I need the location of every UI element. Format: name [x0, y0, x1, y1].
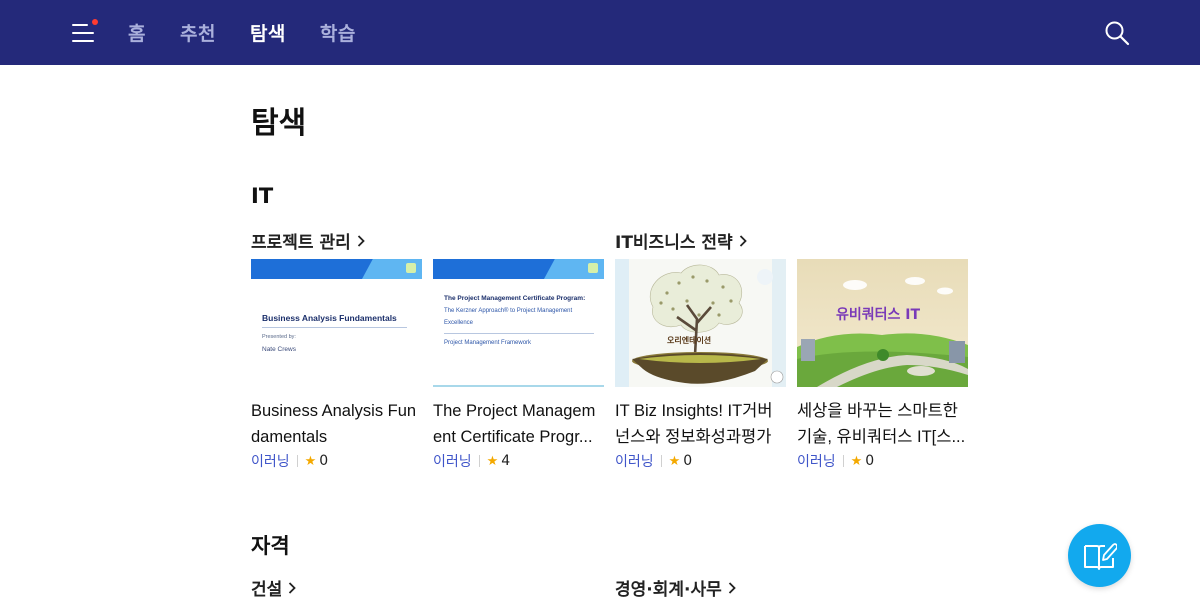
nav-recommended[interactable]: 추천 — [180, 19, 216, 46]
chevron-right-icon — [357, 234, 365, 247]
subcategory-it-business-strategy[interactable]: IT비즈니스 전략 — [615, 228, 747, 253]
subcategory-management-accounting[interactable]: 경영·회계·사무 — [615, 575, 736, 600]
course-meta: 이러닝 ★ 0 — [797, 452, 968, 470]
star-icon: ★ — [486, 453, 499, 469]
section-title-certification: 자격 — [251, 534, 290, 558]
thumbnail-text: Project Management Framework — [444, 340, 532, 346]
nav-learning[interactable]: 학습 — [320, 19, 356, 46]
course-thumbnail: The Project Management Certificate Progr… — [433, 259, 604, 387]
search-icon[interactable] — [1104, 20, 1130, 46]
divider — [660, 455, 662, 467]
nav-home[interactable]: 홈 — [128, 19, 146, 46]
course-meta: 이러닝 ★ 0 — [251, 452, 422, 470]
thumbnail-text: Business Analysis Fundamentals — [262, 313, 397, 323]
chevron-right-icon — [289, 581, 297, 594]
subcategory-label: 경영·회계·사무 — [615, 580, 722, 600]
provider-label: 이러닝 — [615, 454, 654, 470]
rating-value: 0 — [865, 453, 875, 469]
star-icon: ★ — [850, 453, 863, 469]
provider-label: 이러닝 — [251, 454, 290, 470]
notification-dot — [92, 19, 98, 25]
star-icon: ★ — [304, 453, 317, 469]
divider — [478, 455, 480, 467]
course-title: Business Analysis Fundamentals — [251, 402, 417, 446]
thumbnail-text: Presented by: — [262, 334, 296, 340]
subcategory-label: 건설 — [251, 580, 283, 600]
tree-illustration: 오리엔테이션 — [615, 259, 786, 387]
thumbnail-caption: 오리엔테이션 — [667, 335, 711, 345]
divider — [842, 455, 844, 467]
rating-value: 4 — [501, 453, 511, 469]
course-card[interactable]: The Project Management Certificate Progr… — [433, 259, 604, 470]
rating-value: 0 — [683, 453, 693, 469]
rating-value: 0 — [319, 453, 329, 469]
thumbnail-text: Excellence — [444, 320, 474, 326]
thumbnail-text: The Project Management Certificate Progr… — [444, 295, 586, 302]
thumbnail-text: Nate Crews — [262, 346, 296, 353]
thumbnail-caption: 유비쿼터스 IT — [836, 306, 920, 323]
subcategory-label: IT비즈니스 전략 — [615, 233, 733, 253]
subcategory-project-management[interactable]: 프로젝트 관리 — [251, 228, 365, 253]
course-thumbnail: 유비쿼터스 IT — [797, 259, 968, 387]
star-icon: ★ — [668, 453, 681, 469]
section-title-it: IT — [251, 184, 274, 208]
course-meta: 이러닝 ★ 0 — [615, 452, 786, 470]
chevron-right-icon — [728, 581, 736, 594]
subcategory-construction[interactable]: 건설 — [251, 575, 297, 600]
course-thumbnail: 오리엔테이션 — [615, 259, 786, 387]
main-nav: 홈 추천 탐색 학습 — [128, 0, 390, 65]
provider-label: 이러닝 — [433, 454, 472, 470]
floating-action-button[interactable] — [1068, 524, 1131, 587]
subcategory-label: 프로젝트 관리 — [251, 233, 351, 253]
course-card[interactable]: 유비쿼터스 IT 세상을 바꾸는 스마트한 기술, 유비쿼터스 IT[스... … — [797, 259, 968, 470]
chevron-right-icon — [739, 234, 747, 247]
page-title: 탐색 — [251, 106, 307, 141]
menu-icon[interactable] — [72, 19, 98, 46]
top-navigation-bar: 홈 추천 탐색 학습 — [0, 0, 1200, 65]
course-card[interactable]: Business Analysis Fundamentals Presented… — [251, 259, 422, 470]
course-thumbnail: Business Analysis Fundamentals Presented… — [251, 259, 422, 387]
divider — [296, 455, 298, 467]
provider-label: 이러닝 — [797, 454, 836, 470]
course-meta: 이러닝 ★ 4 — [433, 452, 604, 470]
thumbnail-text: The Kerzner Approach® to Project Managem… — [444, 308, 573, 314]
course-card[interactable]: 오리엔테이션 IT Biz Insights! IT거버넌스와 정보화성과평가 … — [615, 259, 786, 470]
course-title: IT Biz Insights! IT거버넌스와 정보화성과평가 — [615, 402, 773, 446]
course-title: The Project Management Certificate Progr… — [433, 402, 596, 446]
course-title: 세상을 바꾸는 스마트한 기술, 유비쿼터스 IT[스... — [797, 402, 966, 446]
book-edit-icon — [1084, 543, 1117, 570]
city-illustration: 유비쿼터스 IT — [797, 259, 968, 387]
nav-explore[interactable]: 탐색 — [250, 19, 286, 46]
